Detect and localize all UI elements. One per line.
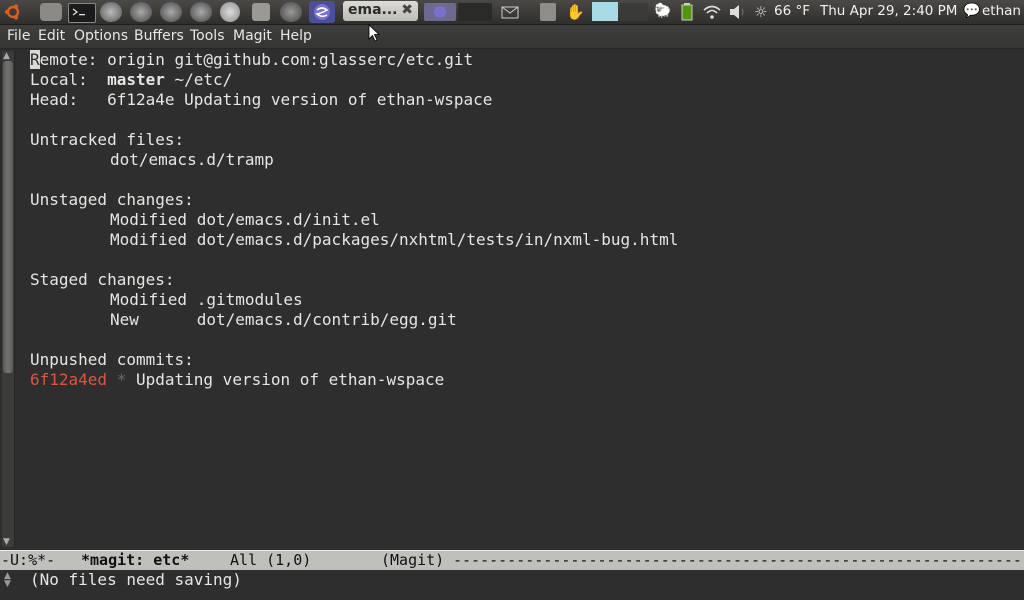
mouse-pointer-icon	[368, 24, 381, 42]
volume-icon[interactable]	[728, 3, 748, 21]
weather-sun-icon[interactable]: ☼	[754, 3, 772, 21]
unpushed-commit-item[interactable]: 6f12a4ed * Updating version of ethan-wsp…	[30, 370, 444, 390]
network-monitor-graph[interactable]	[620, 3, 648, 21]
browser-launcher-icon[interactable]	[130, 2, 152, 22]
menubar: File Edit Options Buffers Tools Magit He…	[0, 24, 1024, 49]
menu-magit[interactable]: Magit	[233, 28, 272, 44]
menu-tools[interactable]: Tools	[190, 28, 225, 44]
local-line: Local: master ~/etc/	[30, 70, 232, 90]
head-value[interactable]: 6f12a4e Updating version of ethan-wspace	[107, 90, 492, 109]
commit-hash: 6f12a4ed	[30, 370, 108, 389]
local-label: Local:	[30, 70, 88, 89]
echo-scroll-icon: ▲ ▼	[4, 571, 11, 589]
disc-launcher-icon[interactable]	[220, 2, 240, 22]
unstaged-file-item[interactable]: Modified dot/emacs.d/packages/nxhtml/tes…	[110, 230, 678, 250]
mode-line: -U:%*- *magit: etc* All (1,0) (Magit) --…	[0, 550, 1024, 571]
browser-launcher-icon[interactable]	[100, 2, 122, 22]
echo-area: ▲ ▼ (No files need saving)	[0, 570, 1024, 600]
camera-launcher-icon[interactable]	[252, 3, 270, 21]
browser-launcher-icon[interactable]	[160, 2, 182, 22]
phone-icon[interactable]	[540, 3, 556, 21]
unstaged-header[interactable]: Unstaged changes:	[30, 190, 194, 210]
untracked-header[interactable]: Untracked files:	[30, 130, 184, 150]
mail-icon[interactable]	[500, 3, 520, 21]
modeline-buffer-name[interactable]: *magit: etc*	[81, 551, 189, 570]
scrollbar[interactable]: ▲ ▼	[2, 51, 15, 547]
text-cursor: R	[30, 50, 40, 69]
terminal-launcher-icon[interactable]	[68, 3, 96, 23]
temperature-label[interactable]: 66 °F	[774, 3, 810, 19]
unpushed-header[interactable]: Unpushed commits:	[30, 350, 194, 370]
menu-buffers[interactable]: Buffers	[134, 28, 184, 44]
close-icon[interactable]: ✖	[401, 2, 413, 18]
head-label: Head:	[30, 90, 79, 109]
menu-options[interactable]: Options	[74, 28, 128, 44]
modeline-status: -U:%*-	[1, 551, 56, 569]
modeline-mode[interactable]: (Magit)	[381, 551, 444, 570]
ubuntu-logo-icon[interactable]	[3, 3, 23, 21]
top-panel: ema... ✖ ✋ 🐑 ☼ 66 °F Thu Apr 29, 2:40 PM…	[0, 0, 1024, 25]
staged-header[interactable]: Staged changes:	[30, 270, 175, 290]
local-branch[interactable]: master	[107, 70, 165, 89]
scroll-up-arrow-icon[interactable]: ▲	[3, 51, 10, 61]
settings-launcher-icon[interactable]	[280, 2, 302, 22]
user-name-label[interactable]: ethan	[982, 3, 1021, 19]
modeline-position: All (1,0)	[230, 551, 312, 569]
scroll-down-arrow-icon[interactable]: ▼	[3, 537, 10, 547]
battery-icon[interactable]	[681, 3, 693, 21]
gimp-launcher-icon[interactable]	[40, 3, 62, 21]
modeline-dashes: ----------------------------------------…	[453, 551, 1020, 569]
system-monitor-graph[interactable]	[592, 2, 618, 21]
menu-file[interactable]: File	[7, 28, 30, 44]
emacs-launcher-icon[interactable]	[309, 1, 335, 23]
magit-status-buffer[interactable]: ▲ ▼ Remote: origin git@github.com:glasse…	[0, 49, 1024, 549]
remote-line: Remote: origin git@github.com:glasserc/e…	[30, 50, 473, 70]
wifi-icon[interactable]	[702, 3, 722, 21]
remote-value: origin git@github.com:glasserc/etc.git	[107, 50, 474, 69]
staged-file-item[interactable]: New dot/emacs.d/contrib/egg.git	[110, 310, 457, 330]
commit-marker: *	[116, 370, 127, 389]
head-line: Head: 6f12a4e Updating version of ethan-…	[30, 90, 492, 110]
unstaged-file-item[interactable]: Modified dot/emacs.d/init.el	[110, 210, 380, 230]
echo-message: (No files need saving)	[30, 570, 242, 589]
chat-bubble-icon[interactable]: 💬	[963, 3, 980, 21]
taskbar-window-thumbnail[interactable]	[424, 3, 456, 21]
staged-file-item[interactable]: Modified .gitmodules	[110, 290, 303, 310]
taskbar-emacs-button[interactable]: ema... ✖	[343, 1, 418, 21]
hand-icon[interactable]: ✋	[566, 3, 585, 21]
local-path: ~/etc/	[174, 70, 233, 89]
untracked-file-item[interactable]: dot/emacs.d/tramp	[110, 150, 274, 170]
clock-label[interactable]: Thu Apr 29, 2:40 PM	[820, 3, 957, 19]
scrollbar-thumb[interactable]	[3, 61, 13, 373]
sheep-icon[interactable]: 🐑	[650, 3, 676, 21]
commit-message: Updating version of ethan-wspace	[135, 370, 445, 389]
remote-label: emote:	[39, 50, 98, 69]
taskbar-emacs-label: ema...	[348, 2, 398, 18]
menu-edit[interactable]: Edit	[38, 28, 65, 44]
workspace-switcher[interactable]	[458, 3, 492, 21]
browser-launcher-icon[interactable]	[190, 2, 212, 22]
menu-help[interactable]: Help	[280, 28, 312, 44]
